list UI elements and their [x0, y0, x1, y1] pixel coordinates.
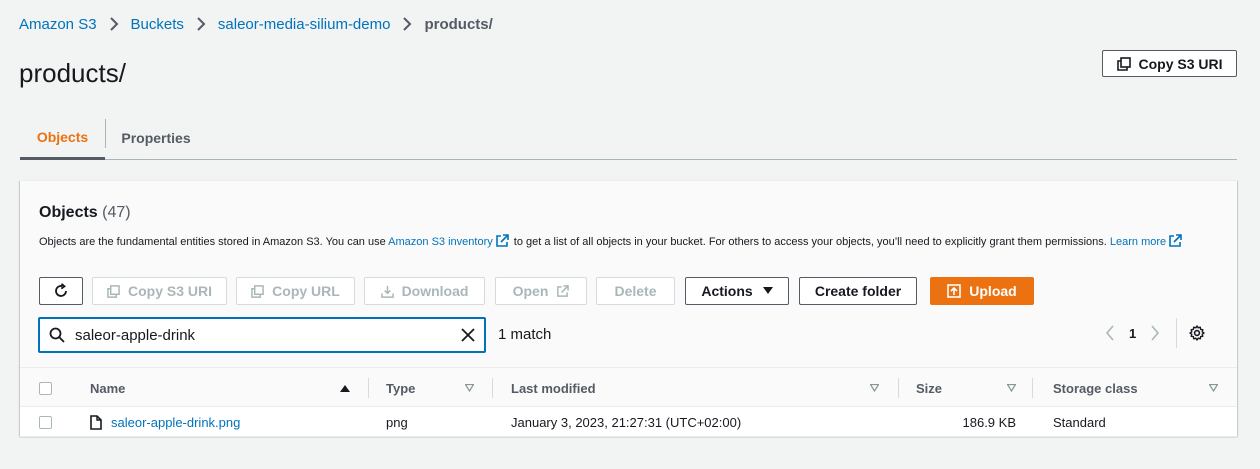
external-link-icon: [1168, 234, 1182, 254]
tab-objects[interactable]: Objects: [20, 116, 105, 160]
refresh-icon: [53, 283, 69, 299]
breadcrumb: Amazon S3 Buckets saleor-media-silium-de…: [19, 14, 493, 34]
row-checkbox[interactable]: [39, 415, 52, 429]
copy-s3-uri-label: Copy S3 URI: [1138, 55, 1223, 72]
upload-label: Upload: [969, 283, 1017, 299]
current-page-number[interactable]: 1: [1129, 326, 1136, 341]
delete-label: Delete: [614, 283, 657, 299]
copy-s3-uri-button[interactable]: Copy S3 URI: [92, 277, 227, 305]
table-header: Name Type Last modified Size Storage cla…: [20, 367, 1237, 407]
download-icon: [380, 285, 394, 298]
download-button[interactable]: Download: [364, 277, 485, 305]
objects-title: Objects: [39, 204, 98, 221]
upload-button[interactable]: Upload: [930, 277, 1034, 305]
external-link-icon: [556, 284, 570, 298]
column-storage-class-label: Storage class: [1053, 380, 1138, 396]
search-icon: [49, 327, 65, 343]
column-separator: [492, 378, 493, 398]
select-all-checkbox-cell: [39, 368, 52, 408]
copy-icon: [1116, 56, 1131, 71]
objects-description: Objects are the fundamental entities sto…: [39, 233, 1199, 254]
column-type-label: Type: [386, 380, 416, 396]
breadcrumb-current: products/: [424, 15, 493, 33]
breadcrumb-bucket-name[interactable]: saleor-media-silium-demo: [218, 16, 391, 33]
next-page-icon[interactable]: [1150, 325, 1160, 341]
objects-table: Name Type Last modified Size Storage cla…: [20, 367, 1237, 437]
download-label: Download: [401, 283, 469, 299]
tab-objects-label: Objects: [36, 128, 89, 145]
copy-icon: [251, 284, 264, 298]
table-row[interactable]: saleor-apple-drink.png png January 3, 20…: [20, 407, 1237, 437]
sort-icon[interactable]: [870, 384, 879, 392]
row-type-cell: png: [386, 414, 408, 430]
column-header-storage-class[interactable]: Storage class: [1053, 368, 1218, 408]
objects-panel: Objects (47) Objects are the fundamental…: [20, 180, 1237, 437]
objects-panel-title: Objects (47): [39, 204, 131, 222]
column-separator: [368, 378, 369, 398]
search-field: [38, 317, 486, 353]
search-input[interactable]: [75, 326, 435, 344]
caret-down-icon: [762, 287, 773, 295]
pagination-divider: [1176, 318, 1178, 348]
row-storage-class-cell: Standard: [1053, 414, 1106, 430]
row-checkbox-cell: [39, 407, 52, 437]
previous-page-icon[interactable]: [1105, 325, 1115, 341]
copy-url-label: Copy URL: [272, 283, 340, 299]
objects-toolbar: Copy S3 URI Copy URL Download Open Delet…: [20, 277, 1237, 305]
row-last-modified-cell: January 3, 2023, 21:27:31 (UTC+02:00): [511, 414, 742, 430]
chevron-right-icon: [196, 17, 206, 31]
column-size-label: Size: [916, 380, 943, 396]
select-all-checkbox[interactable]: [39, 381, 52, 395]
breadcrumb-amazon-s3[interactable]: Amazon S3: [19, 16, 97, 33]
copy-s3-uri-label: Copy S3 URI: [128, 283, 213, 299]
actions-label: Actions: [701, 283, 753, 299]
copy-s3-uri-header-button[interactable]: Copy S3 URI: [1102, 50, 1237, 77]
column-header-type[interactable]: Type: [386, 368, 476, 408]
create-folder-label: Create folder: [814, 283, 902, 299]
sort-icon[interactable]: [1007, 384, 1016, 392]
copy-icon: [107, 284, 120, 298]
refresh-button[interactable]: [39, 277, 83, 305]
breadcrumb-buckets[interactable]: Buckets: [131, 16, 184, 33]
open-button[interactable]: Open: [495, 277, 587, 305]
objects-count: (47): [102, 204, 131, 221]
tab-properties[interactable]: Properties: [106, 116, 206, 160]
settings-gear-icon[interactable]: [1189, 325, 1205, 341]
column-separator: [1032, 378, 1033, 398]
chevron-right-icon: [402, 17, 412, 31]
create-folder-button[interactable]: Create folder: [799, 277, 917, 305]
sort-icon[interactable]: [1209, 384, 1218, 392]
clear-search-icon[interactable]: [460, 327, 476, 343]
pagination: 1: [1105, 318, 1205, 348]
column-name-label: Name: [90, 380, 126, 396]
tab-bar: Objects Properties: [20, 116, 1237, 160]
description-text-before: Objects are the fundamental entities sto…: [39, 236, 389, 248]
amazon-s3-inventory-link[interactable]: Amazon S3 inventory: [388, 236, 493, 248]
open-label: Open: [512, 283, 549, 299]
description-text-after: to get a list of all objects in your buc…: [510, 236, 1110, 248]
column-separator: [898, 378, 899, 398]
column-header-last-modified[interactable]: Last modified: [511, 368, 881, 408]
actions-dropdown-button[interactable]: Actions: [685, 277, 789, 305]
column-last-modified-label: Last modified: [511, 380, 596, 396]
learn-more-link[interactable]: Learn more: [1110, 236, 1166, 248]
sort-ascending-icon[interactable]: [340, 384, 350, 392]
external-link-icon: [495, 234, 509, 254]
chevron-right-icon: [109, 17, 119, 31]
copy-url-button[interactable]: Copy URL: [236, 277, 355, 305]
column-header-name[interactable]: Name: [90, 368, 355, 408]
sort-icon[interactable]: [465, 384, 474, 392]
page-title: products/: [19, 58, 126, 88]
object-name-link[interactable]: saleor-apple-drink.png: [111, 415, 240, 430]
row-name-cell: saleor-apple-drink.png: [90, 407, 240, 437]
tab-properties-label: Properties: [121, 130, 191, 146]
delete-button[interactable]: Delete: [596, 277, 675, 305]
file-icon: [90, 414, 102, 430]
column-header-size[interactable]: Size: [916, 368, 1016, 408]
match-count: 1 match: [498, 326, 552, 343]
upload-icon: [947, 284, 962, 298]
row-size-cell: 186.9 KB: [962, 414, 1017, 430]
